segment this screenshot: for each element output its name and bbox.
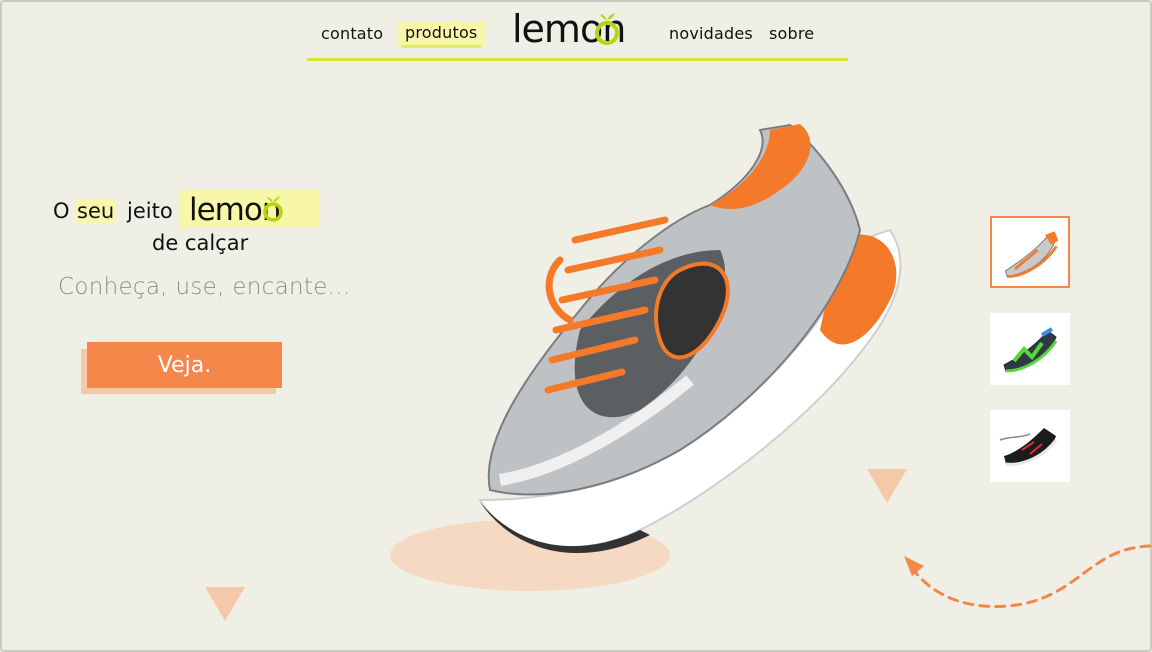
thumbnail-green-shoe[interactable] [990,313,1070,385]
lemon-logo[interactable]: lemon [512,8,652,50]
thumbnail-black-shoe[interactable] [990,410,1070,482]
triangle-decoration [205,587,245,621]
headline-word-seu: seu [75,199,117,223]
nav-link-novidades[interactable]: novidades [669,24,753,43]
lemon-logo-small: lemon [189,193,283,226]
veja-button[interactable]: Veja. [87,342,282,388]
active-underline [401,45,482,48]
top-nav: contato produtos lemon novidades sobre [307,0,848,61]
headline-word-o: O [53,199,70,223]
nav-link-produtos[interactable]: produtos [397,21,486,48]
nav-link-contato[interactable]: contato [321,24,383,43]
green-shoe-icon [1003,327,1058,373]
running-shoe-image [478,123,902,554]
thumbnail-orange-shoe[interactable] [990,216,1070,288]
nav-link-sobre[interactable]: sobre [769,24,814,43]
hero-headline-line2: de calçar [152,231,249,255]
headline-logo-highlight: lemon [179,190,319,228]
headline-word-jeito: jeito [127,199,173,223]
hero-tagline: Conheça, use, encante... [58,274,351,300]
nav-link-produtos-label: produtos [405,23,478,42]
black-shoe-icon [999,428,1058,466]
orange-shoe-icon [1004,231,1059,278]
